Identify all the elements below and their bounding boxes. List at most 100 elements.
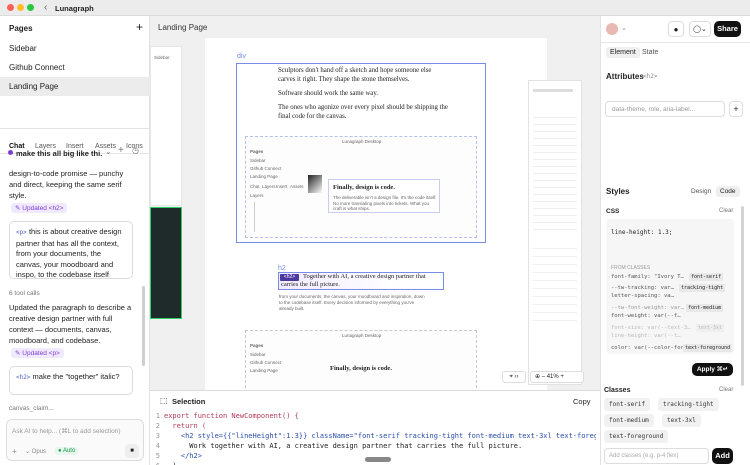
model-select[interactable]: ⌄ Opus: [25, 448, 46, 455]
add-page-icon[interactable]: +: [136, 20, 143, 34]
code-panel-title: Selection: [172, 397, 206, 406]
h2-selection-outline[interactable]: <h2> Together with AI, a creative design…: [278, 272, 444, 290]
class-tag: font-medium: [686, 304, 724, 312]
class-chip-text-foreground[interactable]: text-foreground: [604, 430, 669, 443]
h2-selection-label: h2: [278, 265, 286, 272]
mini-pages: Pages: [250, 343, 264, 348]
tab-code[interactable]: Code: [716, 186, 740, 197]
class-chip-font-medium[interactable]: font-medium: [604, 414, 654, 427]
class-tag: font-serif: [689, 273, 724, 281]
class-prop: letter-spacing: va…: [611, 293, 674, 299]
artboard-preview[interactable]: Sidebar: [150, 46, 182, 206]
add-attribute-icon[interactable]: +: [729, 101, 743, 117]
minimize-window-button[interactable]: [17, 4, 24, 11]
github-icon[interactable]: ●: [668, 21, 684, 37]
classes-clear-button[interactable]: Clear: [719, 387, 733, 393]
updated-h2-badge[interactable]: ✎ Updated <h2>: [11, 203, 68, 213]
sub-paragraph: from your documents, the canvas, your mo…: [279, 294, 425, 311]
paragraph-3: The ones who agonize over every pixel sh…: [278, 104, 448, 120]
class-prop: --tw-font-weight: var…: [611, 305, 684, 311]
zoom-control[interactable]: ⊕ – 41% +: [530, 371, 584, 383]
tool-calls-toggle[interactable]: 6 tool calls: [9, 290, 40, 297]
page-item-sidebar[interactable]: Sidebar: [0, 39, 150, 58]
apply-button[interactable]: Apply ⌘↵: [692, 363, 733, 376]
selection-icon: ⬚: [160, 396, 168, 405]
model-label: Opus: [31, 449, 47, 455]
page-item-landing-page[interactable]: Landing Page: [0, 77, 150, 96]
css-clear-button[interactable]: Clear: [719, 208, 733, 214]
updated-p-badge[interactable]: ✎ Updated <p>: [11, 348, 64, 358]
styles-title: Styles: [606, 187, 630, 196]
maximize-window-button[interactable]: [27, 4, 34, 11]
close-window-button[interactable]: [7, 4, 14, 11]
avatar[interactable]: [606, 23, 618, 35]
mini-item: Landing Page: [250, 174, 278, 179]
styles-scrollbar[interactable]: [741, 206, 744, 386]
card-heading: Finally, design is code.: [330, 365, 392, 372]
more-tool-calls[interactable]: canvas_claim...: [9, 405, 54, 412]
add-class-button[interactable]: Add: [712, 448, 733, 464]
preview-bar: [533, 89, 573, 92]
chat-message-1: design-to-code promise — punchy and dire…: [9, 169, 124, 200]
back-icon[interactable]: ‹: [44, 2, 47, 13]
page-item-github-connect[interactable]: Github Connect: [0, 58, 150, 77]
tab-state[interactable]: State: [642, 49, 658, 56]
mode-toggle[interactable]: ● Auto: [55, 447, 79, 455]
class-chip-tracking-tight[interactable]: tracking-tight: [658, 398, 719, 411]
css-editor[interactable]: line-height: 1.3; FROM CLASSES font-fami…: [606, 219, 734, 354]
class-chip-font-serif[interactable]: font-serif: [604, 398, 651, 411]
zoom-value: 41%: [546, 374, 559, 380]
user-message-text: this is about creative design partner th…: [16, 227, 122, 279]
chevron-down-icon[interactable]: ⌄: [105, 147, 112, 156]
user-message-card-2: <h2> make the "together" italic?: [9, 366, 133, 395]
chat-input-placeholder: Ask AI to help... (⌘L to add selection): [12, 428, 121, 435]
comment-icon[interactable]: ◯⌄: [689, 21, 711, 37]
mini-tab: Insert: [276, 184, 288, 189]
element-tag-h2: <h2>: [16, 374, 31, 381]
share-button[interactable]: Share: [714, 21, 741, 37]
mini-layer-tree: [254, 202, 294, 232]
class-prop: font-family: "Ivory T…: [611, 274, 684, 280]
card-heading: Finally, design is code.: [333, 184, 395, 191]
class-tag: text-3xl: [696, 324, 725, 332]
attributes-title: Attributes: [606, 72, 644, 81]
code-toggle[interactable]: ⌖ ‹›: [502, 371, 526, 383]
panel-resize-handle[interactable]: [365, 457, 391, 462]
thread-title[interactable]: make this all big like thi...: [16, 149, 102, 158]
preview-rows: [533, 111, 577, 231]
class-prop: line-height: var(--t…: [611, 333, 681, 339]
chat-input[interactable]: Ask AI to help... (⌘L to add selection) …: [6, 419, 144, 461]
class-prop: font-size: var(--text-3…: [611, 325, 691, 331]
tab-element[interactable]: Element: [606, 47, 640, 58]
code-line-4: Work together with AI, a creative design…: [164, 442, 523, 450]
chat-scrollbar[interactable]: [142, 286, 145, 366]
chevron-down-icon[interactable]: ⌄: [621, 24, 627, 32]
landing-page-artboard[interactable]: div Sculptors don't hand off a sketch an…: [205, 38, 547, 398]
add-class-input[interactable]: Add classes (e.g. p-4 flex): [604, 448, 709, 464]
mini-title: Lunagraph Desktop: [342, 139, 382, 144]
history-icon[interactable]: ◷: [132, 146, 139, 155]
card-body: The deliverable isn't a design file. It'…: [333, 195, 437, 211]
mini-item: Github Connect: [250, 360, 282, 365]
class-tag: text-foreground: [683, 344, 733, 352]
mini-card: Finally, design is code. The deliverable…: [328, 179, 440, 213]
new-thread-icon[interactable]: +: [118, 145, 124, 156]
mini-tab: Chat: [250, 184, 260, 189]
inspector-preview: [528, 80, 582, 385]
title-bar: ‹ Lunagraph: [0, 0, 750, 16]
embedded-app-image: Lunagraph Desktop Pages Sidebar Github C…: [245, 136, 477, 238]
mode-label: Auto: [62, 448, 76, 454]
class-prop: font-weight: var(--f…: [611, 313, 681, 319]
tab-design[interactable]: Design: [691, 188, 711, 195]
right-panel: ⌄ ● ◯⌄ Share Element State Attributes <h…: [600, 16, 750, 465]
attribute-input[interactable]: data-theme, role, aria-label...: [605, 101, 725, 117]
copy-button[interactable]: Copy: [573, 397, 591, 406]
left-panel: Pages + Sidebar Github Connect Landing P…: [0, 16, 150, 465]
add-class-placeholder: Add classes (e.g. p-4 flex): [609, 453, 679, 459]
badge-label: Updated <p>: [22, 350, 60, 357]
class-prop: color: var(--color-fore…: [611, 345, 691, 351]
attach-icon[interactable]: +: [12, 447, 17, 456]
class-chip-text-3xl[interactable]: text-3xl: [662, 414, 701, 427]
stop-icon[interactable]: ■: [125, 444, 139, 458]
artboard-preview-dark[interactable]: [150, 207, 182, 319]
